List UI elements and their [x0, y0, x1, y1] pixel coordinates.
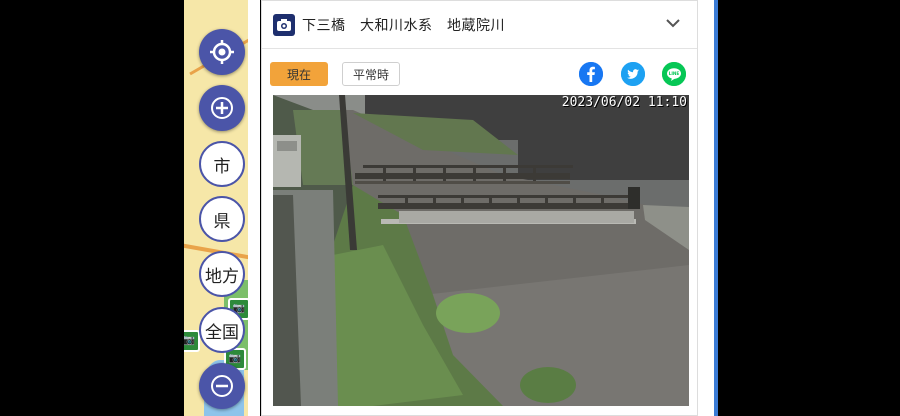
locate-icon — [210, 40, 234, 64]
current-image-label: 現在 — [286, 67, 311, 82]
panel-gutter — [248, 0, 260, 416]
region-scale-label: 地方 — [205, 266, 239, 287]
city-scale-button[interactable]: 市 — [199, 141, 245, 187]
prefecture-scale-button[interactable]: 県 — [199, 196, 245, 242]
camera-marker-icon[interactable]: 📷 — [184, 330, 200, 352]
plus-icon — [211, 97, 233, 119]
normal-time-label: 平常時 — [352, 67, 389, 82]
city-scale-label: 市 — [213, 156, 231, 177]
river-camera-photo — [273, 95, 689, 406]
line-icon: LINE — [662, 62, 686, 86]
facebook-icon — [579, 62, 603, 86]
current-image-button[interactable]: 現在 — [270, 62, 328, 86]
line-share-button[interactable]: LINE — [662, 62, 686, 86]
nation-scale-button[interactable]: 全国 — [199, 307, 245, 353]
camera-timestamp: 2023/06/02 11:10 — [561, 95, 687, 110]
line-logo-text: LINE — [669, 71, 680, 76]
nation-scale-label: 全国 — [205, 322, 239, 343]
twitter-share-button[interactable] — [621, 62, 645, 86]
panel-gutter — [698, 0, 718, 416]
chevron-down-icon[interactable] — [665, 15, 681, 31]
minus-icon — [211, 375, 233, 397]
twitter-icon — [621, 62, 645, 86]
camera-image: 2023/06/02 11:10 — [273, 95, 689, 406]
region-scale-button[interactable]: 地方 — [199, 251, 245, 297]
camera-card-header[interactable]: 下三橋 大和川水系 地蔵院川 — [262, 1, 697, 49]
current-location-button[interactable] — [199, 29, 245, 75]
camera-title: 下三橋 大和川水系 地蔵院川 — [302, 17, 505, 34]
normal-time-image-button[interactable]: 平常時 — [342, 62, 400, 86]
zoom-in-button[interactable] — [199, 85, 245, 131]
facebook-share-button[interactable] — [579, 62, 603, 86]
camera-card: 下三橋 大和川水系 地蔵院川 現在 平常時 LINE 2023/06/02 11… — [261, 0, 698, 416]
prefecture-scale-label: 県 — [213, 211, 231, 232]
zoom-out-button[interactable] — [199, 363, 245, 409]
camera-icon — [273, 13, 295, 36]
